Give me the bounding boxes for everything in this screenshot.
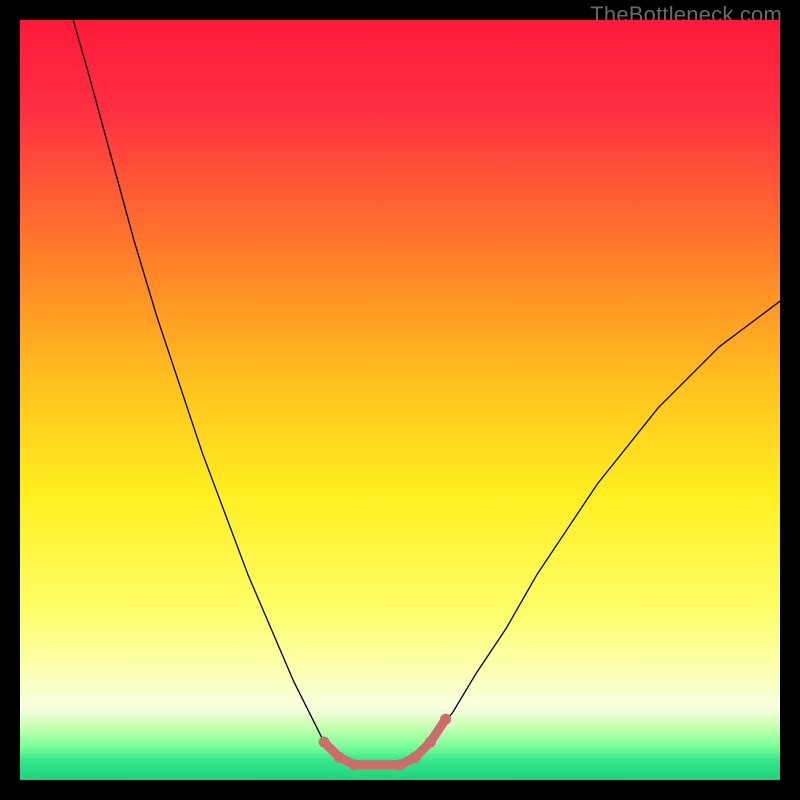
bottleneck-chart (20, 20, 780, 780)
highlight-dot (425, 736, 436, 747)
highlight-dot (318, 736, 329, 747)
highlight-dot (410, 752, 421, 763)
highlight-dot (334, 752, 345, 763)
highlight-dot (394, 759, 405, 770)
chart-frame: TheBottleneck.com (0, 0, 800, 800)
highlight-dot (440, 714, 451, 725)
highlight-dot (349, 759, 360, 770)
